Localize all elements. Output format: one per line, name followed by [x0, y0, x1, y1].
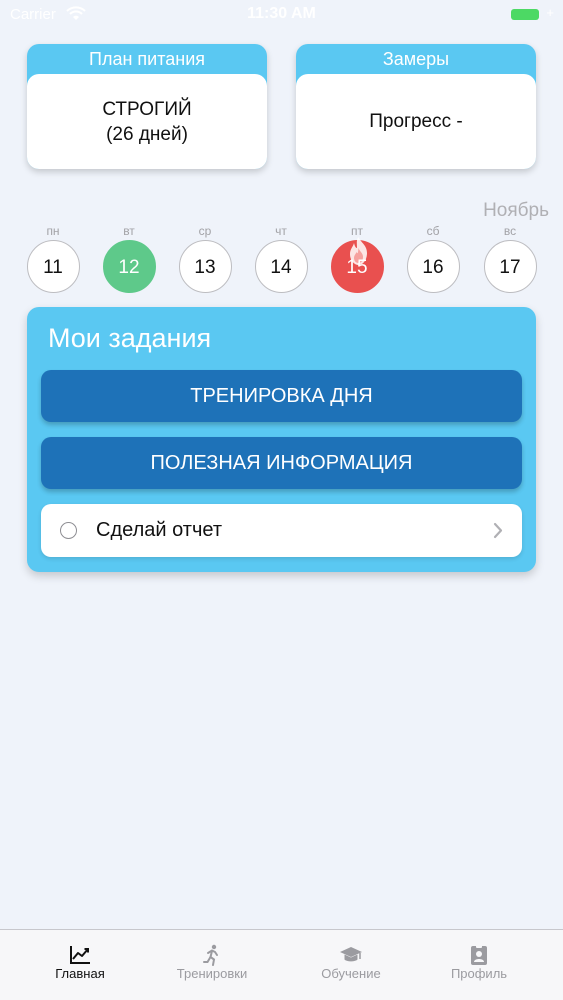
calendar-day[interactable]: чт 14	[253, 224, 309, 293]
tab-profile-label: Профиль	[450, 966, 508, 981]
chart-line-icon	[70, 946, 90, 964]
tab-home[interactable]: Главная	[10, 930, 150, 1000]
day-circle[interactable]: 16	[406, 240, 460, 293]
tab-learning-label: Обучение	[321, 966, 381, 981]
id-badge-icon	[471, 945, 487, 965]
status-bar: Carrier 11:30 AM +	[0, 0, 563, 30]
tab-workouts[interactable]: Тренировки	[142, 930, 282, 1000]
day-circle-today[interactable]: 12	[102, 240, 156, 293]
calendar-day[interactable]: вт 12	[101, 224, 157, 293]
weekday-label: вт	[123, 224, 135, 238]
day-number: 14	[270, 256, 292, 278]
running-person-icon	[203, 944, 218, 966]
day-number: 12	[118, 256, 140, 278]
meal-plan-body: СТРОГИЙ (26 дней)	[27, 74, 267, 169]
day-circle[interactable]: 14	[254, 240, 308, 293]
weekday-label: вс	[503, 224, 517, 238]
report-radio[interactable]	[60, 522, 77, 539]
month-label: Ноябрь	[483, 200, 549, 221]
charging-icon: +	[546, 5, 554, 20]
tab-learning[interactable]: Обучение	[281, 930, 421, 1000]
report-label: Сделай отчет	[96, 519, 222, 541]
weekday-label: сб	[426, 224, 440, 238]
day-number: 13	[194, 256, 216, 278]
weekday-label: чт	[275, 224, 287, 238]
tab-workouts-label: Тренировки	[176, 966, 248, 981]
weekday-label: пн	[46, 224, 60, 238]
measurements-title: Замеры	[382, 49, 450, 69]
day-circle-streak[interactable]: 15	[330, 237, 384, 293]
tab-home-label: Главная	[55, 966, 105, 981]
calendar-day[interactable]: сб 16	[405, 224, 461, 293]
day-circle[interactable]: 17	[483, 240, 537, 293]
calendar-day[interactable]: пн 11	[25, 224, 81, 293]
make-report-row[interactable]: Сделай отчет	[41, 504, 522, 557]
day-number: 15	[346, 256, 368, 278]
day-circle[interactable]: 11	[26, 240, 80, 293]
day-number: 17	[499, 256, 521, 278]
calendar-day[interactable]: ср 13	[177, 224, 233, 293]
measurements-card[interactable]: Замеры Прогресс -	[296, 44, 536, 169]
status-time: 11:30 AM	[247, 5, 316, 22]
chevron-right-icon	[493, 522, 503, 539]
calendar-day[interactable]: вс 17	[482, 224, 538, 293]
meal-plan-type: СТРОГИЙ	[102, 98, 192, 120]
my-tasks-title: Мои задания	[48, 323, 212, 353]
meal-plan-card[interactable]: План питания СТРОГИЙ (26 дней)	[27, 44, 267, 169]
measurements-progress: Прогресс -	[369, 111, 463, 132]
tab-bar: Главная Тренировки Обучение Профиль	[0, 929, 563, 1000]
day-circle[interactable]: 13	[178, 240, 232, 293]
my-tasks-panel: Мои задания ТРЕНИРОВКА ДНЯ ПОЛЕЗНАЯ ИНФО…	[27, 307, 536, 572]
tab-profile[interactable]: Профиль	[409, 930, 549, 1000]
meal-plan-title: План питания	[89, 49, 205, 69]
graduation-cap-icon	[340, 947, 362, 962]
battery-icon	[511, 9, 539, 20]
daily-workout-button[interactable]: ТРЕНИРОВКА ДНЯ	[41, 370, 522, 422]
meal-plan-duration: (26 дней)	[106, 123, 188, 145]
day-number: 16	[422, 256, 444, 278]
calendar-day[interactable]: пт 15	[329, 224, 385, 293]
weekday-label: ср	[198, 224, 212, 238]
useful-info-button[interactable]: ПОЛЕЗНАЯ ИНФОРМАЦИЯ	[41, 437, 522, 489]
week-calendar: пн 11 вт 12 ср 13 чт 14 пт 15 сб 16 вс 1…	[22, 224, 545, 296]
day-number: 11	[43, 256, 63, 278]
measurements-body: Прогресс -	[296, 74, 536, 169]
